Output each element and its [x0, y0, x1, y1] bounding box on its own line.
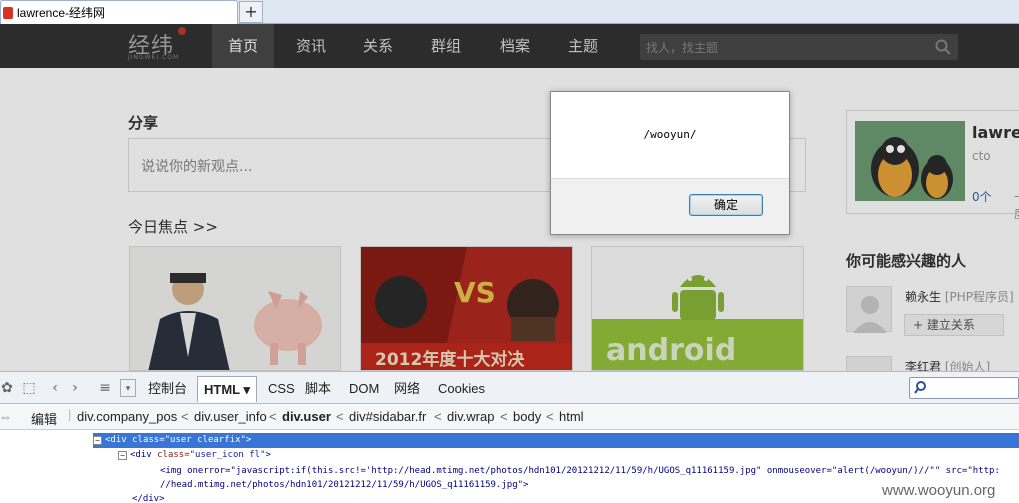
html-node-close-div[interactable]: </div>: [132, 494, 165, 503]
firebug-toolbar: ✿ ⬚ ‹ › ≡ ▾ 控制台 HTML ▾ CSS 脚本 DOM 网络 Coo…: [0, 371, 1019, 404]
tab-network[interactable]: 网络: [388, 376, 426, 402]
alert-ok-button[interactable]: 确定: [689, 194, 763, 216]
tab-dom[interactable]: DOM: [343, 376, 385, 402]
crumb-separator: <: [269, 409, 277, 424]
crumb-separator: <: [546, 409, 554, 424]
list-icon[interactable]: ≡: [96, 379, 114, 397]
crumb-user[interactable]: div.user: [282, 409, 331, 424]
collapse-toggle-icon[interactable]: −: [118, 451, 127, 460]
tab-cookies[interactable]: Cookies: [432, 376, 491, 402]
crumb-html[interactable]: html: [559, 409, 584, 424]
favicon-icon: [3, 6, 13, 19]
forward-icon[interactable]: ›: [66, 379, 84, 397]
watermark: www.wooyun.org: [882, 482, 996, 499]
html-node-img-cont[interactable]: //head.mtimg.net/photos/hdn101/20121212/…: [160, 480, 528, 490]
page-viewport: 经纬 JINGWEI.COM 首页 资讯 关系 群组 档案 主题 找人，找主题 …: [0, 24, 1019, 371]
crumb-body[interactable]: body: [513, 409, 541, 424]
firebug-search-input[interactable]: [909, 377, 1019, 399]
new-tab-button[interactable]: +: [239, 1, 263, 23]
crumb-user-info[interactable]: div.user_info: [194, 409, 267, 424]
alert-dialog: /wooyun/ 确定: [550, 91, 790, 235]
crumb-separator: <: [181, 409, 189, 424]
inspect-icon[interactable]: ⬚: [20, 379, 38, 397]
alert-footer: 确定: [551, 178, 789, 234]
browser-tab-title: lawrence-经纬网: [17, 6, 106, 20]
html-node-img[interactable]: <img onerror="javascript:if(this.src!='h…: [160, 466, 1000, 476]
edit-button[interactable]: 编辑: [31, 409, 57, 428]
crumb-wrap[interactable]: div.wrap: [447, 409, 494, 424]
firebug-icon[interactable]: ✿: [0, 379, 16, 397]
firebug-html-panel: − <div class="user clearfix"> − <div class…: [0, 430, 1019, 503]
crumb-separator: <: [434, 409, 442, 424]
modal-overlay: [0, 24, 1019, 371]
back-icon[interactable]: ‹: [46, 379, 64, 397]
collapse-toggle-icon[interactable]: −: [93, 436, 102, 445]
tab-css[interactable]: CSS: [262, 376, 301, 402]
browser-tab[interactable]: lawrence-经纬网: [0, 0, 238, 24]
html-node-user-icon[interactable]: − <div class="user_icon fl">: [118, 450, 271, 460]
browser-tab-strip: lawrence-经纬网 +: [0, 0, 1019, 24]
tab-html[interactable]: HTML ▾: [197, 376, 258, 402]
alert-message: /wooyun/: [643, 128, 697, 141]
crumb-separator: <: [500, 409, 508, 424]
toolbar-divider: |: [68, 407, 72, 422]
firebug-breadcrumb: ⇔ 编辑 | div.company_pos < div.user_info <…: [0, 404, 1019, 430]
nested-icon[interactable]: ⇔: [0, 409, 12, 424]
search-icon: [914, 381, 926, 394]
html-node-user[interactable]: − <div class="user clearfix">: [93, 433, 1019, 448]
crumb-separator: <: [336, 409, 344, 424]
tab-console[interactable]: 控制台: [142, 376, 193, 402]
tab-script[interactable]: 脚本: [299, 376, 337, 402]
crumb-sidabar[interactable]: div#sidabar.fr: [349, 409, 426, 424]
chevron-down-icon[interactable]: ▾: [120, 379, 136, 397]
crumb-company-pos[interactable]: div.company_pos: [77, 409, 177, 424]
